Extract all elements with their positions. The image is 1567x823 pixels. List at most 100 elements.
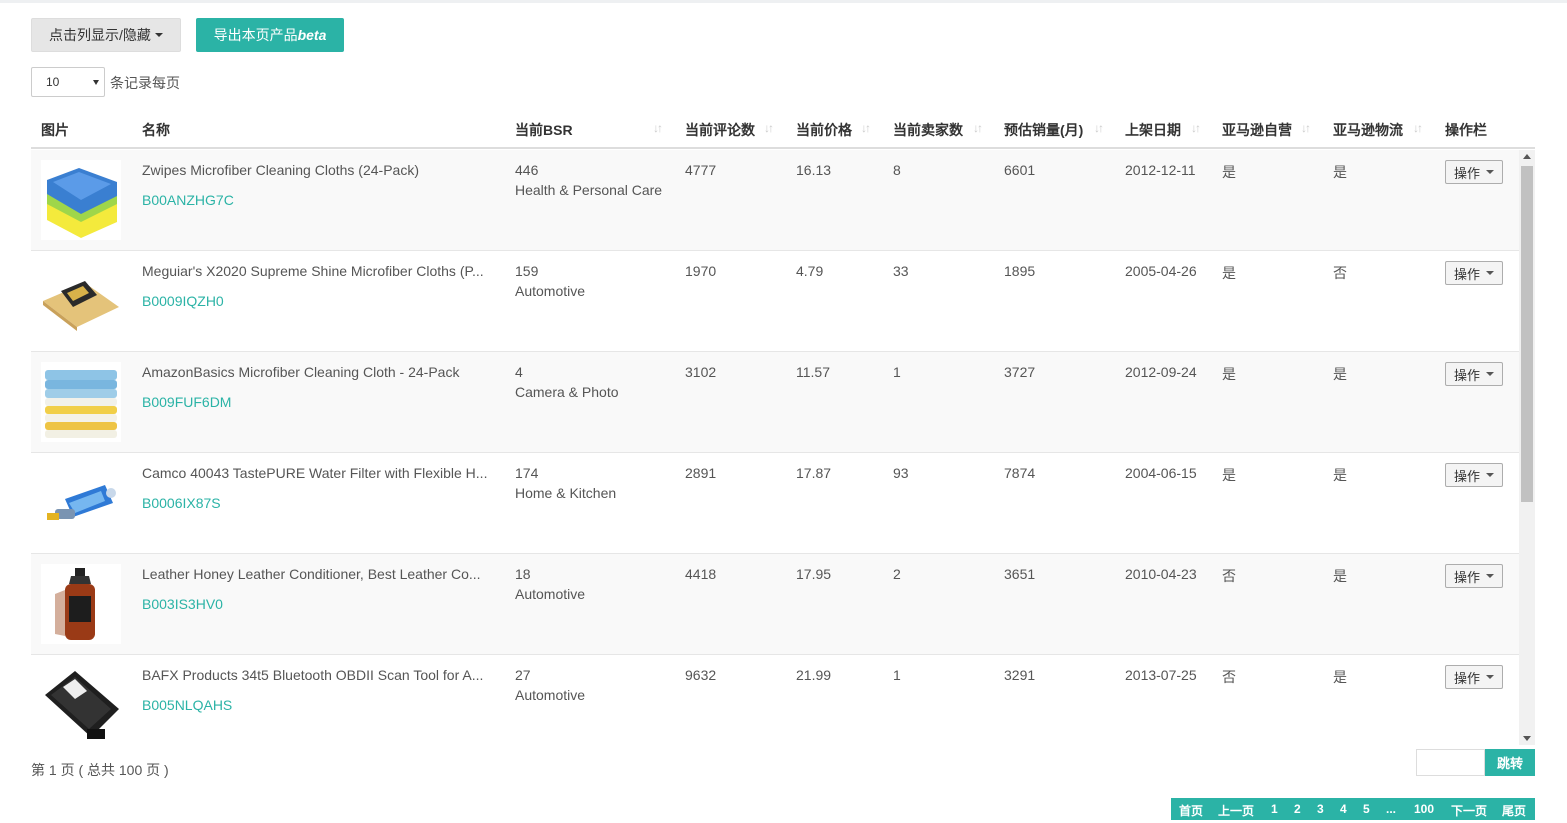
caret-down-icon (1486, 271, 1494, 275)
sales-value: 3291 (1004, 667, 1036, 683)
amazon-self-value: 是 (1222, 366, 1236, 382)
pager-last[interactable]: 尾页 (1502, 802, 1526, 819)
pager-page-1[interactable]: 1 (1271, 802, 1278, 816)
row-action-button[interactable]: 操作 (1445, 665, 1503, 689)
page-size-select[interactable]: 10 (31, 67, 105, 97)
col-header-price[interactable]: 当前价格 (796, 120, 852, 140)
sort-icon[interactable]: ↓↑ (653, 121, 663, 135)
sort-icon[interactable]: ↓↑ (861, 121, 871, 135)
price-value: 21.99 (796, 667, 832, 683)
product-image[interactable] (41, 665, 121, 745)
bsr-category: Automotive (515, 687, 586, 703)
sort-icon[interactable]: ↓↑ (764, 121, 774, 135)
bsr-value: 4 (515, 364, 523, 380)
table-row: BAFX Products 34t5 Bluetooth OBDII Scan … (31, 655, 1519, 745)
sort-icon[interactable]: ↓↑ (973, 121, 983, 135)
table-row: AmazonBasics Microfiber Cleaning Cloth -… (31, 352, 1519, 453)
sort-icon[interactable]: ↓↑ (1191, 121, 1201, 135)
fba-value: 否 (1333, 265, 1347, 281)
col-header-reviews[interactable]: 当前评论数 (685, 120, 755, 140)
product-asin-link[interactable]: B005NLQAHS (142, 697, 232, 713)
amazon-self-value: 是 (1222, 265, 1236, 281)
bsr-value: 27 (515, 667, 531, 683)
pager-prev[interactable]: 上一页 (1218, 802, 1254, 819)
bsr-value: 446 (515, 162, 539, 178)
pager-page-2[interactable]: 2 (1294, 802, 1301, 816)
fba-value: 是 (1333, 366, 1347, 382)
reviews-value: 3102 (685, 364, 717, 380)
pager-page-4[interactable]: 4 (1340, 802, 1347, 816)
row-action-label: 操作 (1453, 266, 1480, 282)
col-header-image: 图片 (41, 122, 69, 138)
row-action-button[interactable]: 操作 (1445, 362, 1503, 386)
row-action-button[interactable]: 操作 (1445, 463, 1503, 487)
pager-page-100[interactable]: 100 (1414, 802, 1434, 816)
pagination: 首页 上一页 1 2 3 4 5 ... 100 下一页 尾页 (1171, 798, 1535, 820)
pager-first[interactable]: 首页 (1179, 802, 1203, 819)
bsr-value: 159 (515, 263, 539, 279)
product-asin-link[interactable]: B00ANZHG7C (142, 192, 234, 208)
product-asin-link[interactable]: B0006IX87S (142, 495, 221, 511)
jump-button[interactable]: 跳转 (1485, 749, 1535, 776)
export-label: 导出本页产品 (213, 27, 298, 43)
sales-value: 1895 (1004, 263, 1036, 279)
product-image[interactable] (41, 261, 121, 341)
sort-icon[interactable]: ↓↑ (1413, 121, 1423, 135)
caret-down-icon (1486, 473, 1494, 477)
pager-ellipsis: ... (1386, 802, 1397, 816)
table-scrollbar[interactable] (1519, 150, 1535, 745)
toggle-columns-label: 点击列显示/隐藏 (49, 27, 151, 43)
row-action-button[interactable]: 操作 (1445, 564, 1503, 588)
row-action-button[interactable]: 操作 (1445, 261, 1503, 285)
sort-icon[interactable]: ↓↑ (1094, 121, 1104, 135)
bsr-value: 18 (515, 566, 531, 582)
caret-down-icon (1486, 372, 1494, 376)
product-image[interactable] (41, 463, 121, 543)
row-action-label: 操作 (1453, 165, 1480, 181)
price-value: 11.57 (796, 364, 830, 380)
scrollbar-thumb[interactable] (1521, 166, 1533, 502)
page-size-label: 条记录每页 (110, 75, 180, 91)
pager-next[interactable]: 下一页 (1451, 802, 1487, 819)
col-header-bsr[interactable]: 当前BSR (515, 120, 573, 140)
product-name: BAFX Products 34t5 Bluetooth OBDII Scan … (142, 667, 484, 683)
caret-down-icon (154, 33, 163, 37)
product-asin-link[interactable]: B0009IQZH0 (142, 293, 224, 309)
scroll-down-arrow-icon[interactable] (1523, 736, 1531, 741)
price-value: 16.13 (796, 162, 832, 178)
table-row: Zwipes Microfiber Cleaning Cloths (24-Pa… (31, 150, 1519, 251)
amazon-self-value: 否 (1222, 568, 1236, 584)
product-table-body: Zwipes Microfiber Cleaning Cloths (24-Pa… (31, 150, 1519, 745)
row-action-label: 操作 (1453, 367, 1480, 383)
bsr-category: Health & Personal Care (515, 182, 663, 198)
caret-down-icon (1486, 574, 1494, 578)
scroll-up-arrow-icon[interactable] (1523, 154, 1531, 159)
col-header-fba[interactable]: 亚马逊物流 (1333, 120, 1403, 140)
amazon-self-value: 是 (1222, 164, 1236, 180)
product-asin-link[interactable]: B009FUF6DM (142, 394, 231, 410)
pager-page-3[interactable]: 3 (1317, 802, 1324, 816)
export-page-products-button[interactable]: 导出本页产品 beta (196, 18, 344, 52)
caret-down-icon (1486, 675, 1494, 679)
row-action-button[interactable]: 操作 (1445, 160, 1503, 184)
sort-icon[interactable]: ↓↑ (1301, 121, 1311, 135)
product-image[interactable] (41, 362, 121, 442)
date-value: 2013-07-25 (1125, 667, 1197, 683)
top-divider (0, 0, 1567, 3)
toggle-columns-button[interactable]: 点击列显示/隐藏 (31, 18, 181, 52)
col-header-amazon-self[interactable]: 亚马逊自营 (1222, 120, 1292, 140)
table-header: 图片 名称 当前BSR ↓↑ 当前评论数 ↓↑ 当前价格 ↓↑ 当前卖家数 ↓↑… (31, 112, 1535, 149)
col-header-sales[interactable]: 预估销量(月) (1004, 120, 1083, 140)
col-header-date[interactable]: 上架日期 (1125, 120, 1181, 140)
bsr-category: Automotive (515, 283, 586, 299)
reviews-value: 1970 (685, 263, 717, 279)
product-asin-link[interactable]: B003IS3HV0 (142, 596, 223, 612)
product-image[interactable] (41, 160, 121, 240)
jump-page-input[interactable] (1416, 749, 1485, 776)
product-image[interactable] (41, 564, 121, 644)
col-header-sellers[interactable]: 当前卖家数 (893, 120, 963, 140)
fba-value: 是 (1333, 669, 1347, 685)
row-action-label: 操作 (1453, 569, 1480, 585)
pager-page-5[interactable]: 5 (1363, 802, 1370, 816)
fba-value: 是 (1333, 164, 1347, 180)
